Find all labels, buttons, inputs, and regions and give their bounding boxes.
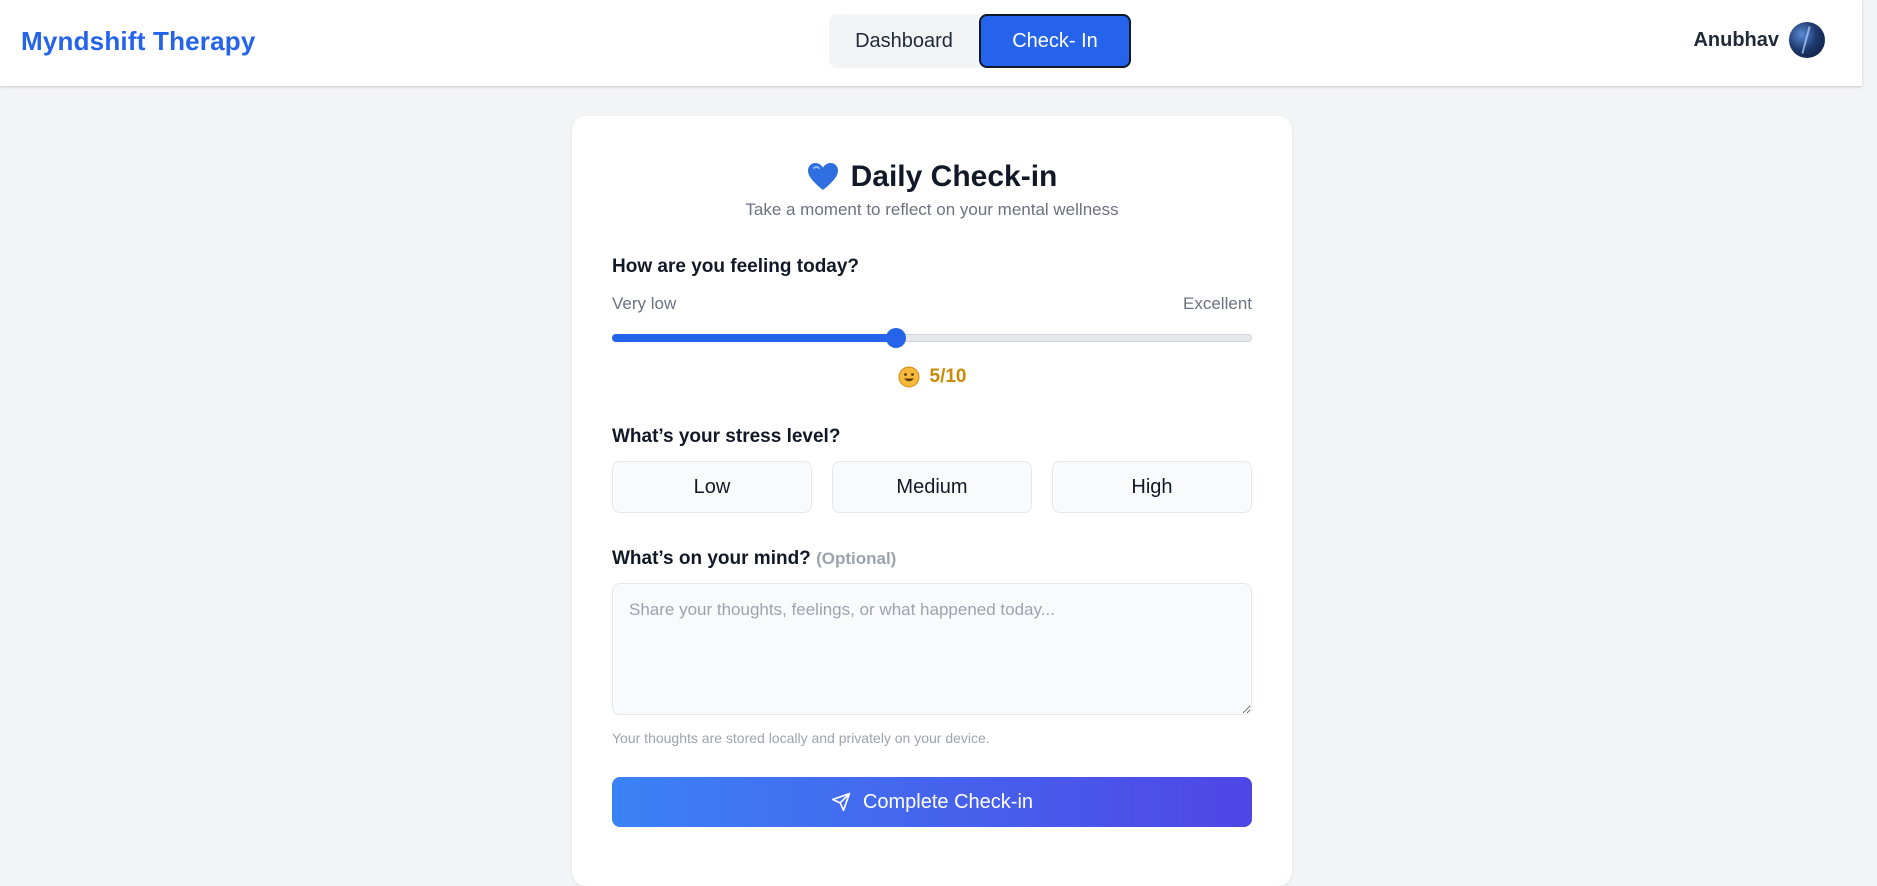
main-nav-tabs: Dashboard Check- In <box>829 14 1131 68</box>
mood-slider[interactable] <box>612 328 1252 348</box>
complete-check-in-button[interactable]: Complete Check-in <box>612 777 1252 827</box>
stress-low-button[interactable]: Low <box>612 461 812 513</box>
mood-slider-fill <box>612 334 897 342</box>
privacy-note: Your thoughts are stored locally and pri… <box>612 730 990 746</box>
card-header: Daily Check-in <box>572 160 1292 194</box>
mood-question-label: How are you feeling today? <box>612 256 860 277</box>
user-name: Anubhav <box>1693 28 1779 51</box>
thoughts-label-text: What’s on your mind? <box>612 548 811 569</box>
avatar[interactable] <box>1789 22 1825 58</box>
user-menu[interactable]: Anubhav <box>1693 22 1825 58</box>
daily-check-in-card: Daily Check-in Take a moment to reflect … <box>572 116 1292 886</box>
optional-tag: (Optional) <box>816 549 897 568</box>
stress-options: Low Medium High <box>612 461 1252 513</box>
mood-readout: 5/10 <box>572 366 1292 388</box>
brand-logo-text[interactable]: Myndshift Therapy <box>21 26 256 57</box>
stress-question-label: What’s your stress level? <box>612 426 841 447</box>
top-navigation-bar: Myndshift Therapy Dashboard Check- In An… <box>0 0 1862 86</box>
mood-scale-max-label: Excellent <box>1183 294 1252 313</box>
thoughts-textarea[interactable] <box>612 583 1252 715</box>
card-title: Daily Check-in <box>850 160 1058 193</box>
blue-heart-icon <box>807 163 838 190</box>
tab-dashboard[interactable]: Dashboard <box>829 14 979 68</box>
stress-medium-button[interactable]: Medium <box>832 461 1032 513</box>
mood-scale-min-label: Very low <box>612 294 677 313</box>
tab-check-in[interactable]: Check- In <box>979 14 1131 68</box>
complete-check-in-label: Complete Check-in <box>862 790 1034 813</box>
mood-value: 5/10 <box>929 366 967 387</box>
mood-slider-handle[interactable] <box>886 328 907 348</box>
smiling-face-icon <box>898 366 919 388</box>
thoughts-label: What’s on your mind? (Optional) <box>612 548 896 570</box>
card-subtitle: Take a moment to reflect on your mental … <box>745 200 1119 219</box>
stress-high-button[interactable]: High <box>1052 461 1252 513</box>
send-icon <box>831 792 851 812</box>
